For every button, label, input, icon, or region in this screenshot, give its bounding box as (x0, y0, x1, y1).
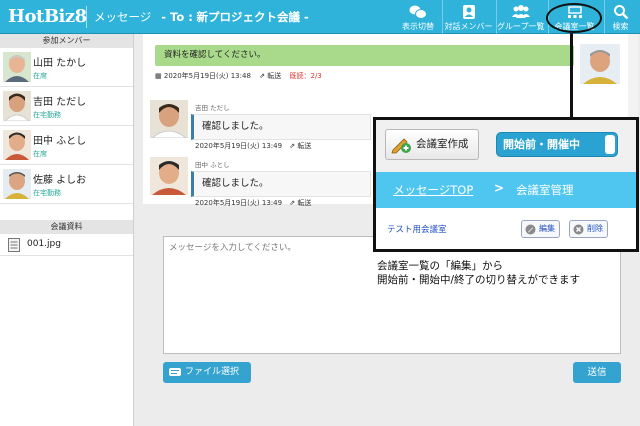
avatar (3, 130, 31, 160)
header-divider (86, 6, 87, 28)
doc-file-name: 001.jpg (27, 239, 61, 249)
breadcrumb-separator: > (494, 181, 505, 195)
delete-icon (573, 224, 584, 235)
display-switch-label: 表示切替 (402, 22, 434, 31)
callout-note: 会議室一覧の「編集」から 開始前・開始中/終了の切り替えができます (377, 259, 580, 287)
message-time: 2020年5月19日(火) 13:48 (163, 72, 251, 80)
my-avatar (580, 44, 620, 84)
avatar (3, 169, 31, 199)
member-status: 在席 (33, 150, 47, 158)
member-status: 在席 (33, 72, 47, 80)
send-button[interactable]: 送信 (573, 362, 621, 383)
member-name: 佐藤 よしお (33, 175, 87, 186)
edit-label: 編集 (539, 224, 555, 233)
message-bubble: 確認しました。 (191, 171, 371, 197)
forward-link[interactable]: 転送 (297, 142, 311, 150)
forward-icon[interactable]: ⇗ (259, 72, 265, 80)
message-meta: 2020年5月19日(火) 13:49 ⇗ 転送 (195, 141, 311, 151)
callout-box: 会議室作成 開始前・開催中 メッセージTOP > 会議室管理 テスト用会議室 編… (373, 117, 639, 252)
breadcrumb-link-message-top[interactable]: メッセージTOP (393, 182, 473, 198)
room-row: テスト用会議室 編集 削除 (376, 208, 636, 249)
dialog-members-label: 対話メンバー (444, 22, 493, 31)
to-label: - To : (161, 10, 193, 24)
member-item[interactable]: 田中 ふとし 在席 (0, 126, 133, 165)
my-message-bubble: 資料を確認してください。 (155, 45, 574, 66)
group-icon (511, 5, 530, 18)
message-time: 2020年5月19日(火) 13:49 (195, 142, 283, 150)
app-logo: HotBiz8 (8, 6, 87, 27)
highlight-circle (546, 3, 602, 33)
search-button[interactable]: 検索 (604, 0, 636, 34)
read-status[interactable]: 既読：2/3 (289, 72, 321, 80)
message-bubble: 確認しました。 (191, 114, 371, 140)
breadcrumb: メッセージTOP > 会議室管理 (376, 172, 636, 208)
member-icon (462, 5, 475, 19)
message-input[interactable] (163, 236, 621, 354)
sidebar: 参加メンバー 山田 たかし 在席 吉田 ただし 在宅勤務 田中 ふとし 在席 佐… (0, 34, 134, 426)
search-icon (613, 5, 628, 20)
avatar (3, 91, 31, 121)
header-bar: HotBiz8 メッセージ - To : 新プロジェクト会議 - 表示切替 対話メ… (0, 0, 640, 34)
create-room-icon (391, 138, 411, 154)
edit-icon (525, 224, 536, 235)
callout-connector (570, 33, 573, 117)
avatar (3, 52, 31, 82)
member-name: 田中 ふとし (33, 136, 87, 147)
group-list-label: グループ一覧 (497, 22, 545, 31)
file-select-label: ファイル選択 (185, 367, 240, 377)
member-status: 在宅勤務 (33, 189, 61, 197)
toggle-label: 開始前・開催中 (503, 138, 580, 151)
member-item[interactable]: 山田 たかし 在席 (0, 48, 133, 87)
sender-name: 田中 ふとし (195, 161, 230, 169)
breadcrumb-current: 会議室管理 (516, 183, 574, 197)
avatar (150, 100, 188, 138)
search-label: 検索 (612, 22, 629, 31)
edit-button[interactable]: 編集 (521, 220, 560, 238)
header-title: メッセージ - To : 新プロジェクト会議 - (94, 9, 309, 25)
delete-button[interactable]: 削除 (569, 220, 608, 238)
member-name: 吉田 ただし (33, 97, 87, 108)
members-heading: 参加メンバー (0, 34, 133, 48)
avatar (150, 157, 188, 195)
file-icon (8, 238, 20, 252)
forward-icon[interactable]: ⇗ (289, 142, 295, 150)
member-item[interactable]: 佐藤 よしお 在宅勤務 (0, 165, 133, 204)
display-switch-button[interactable]: 表示切替 (398, 0, 438, 34)
docs-heading: 会議資料 (0, 220, 133, 234)
toggle-knob[interactable] (605, 135, 615, 154)
room-name: 新プロジェクト会議 - (196, 10, 309, 24)
file-select-button[interactable]: ファイル選択 (163, 362, 251, 383)
note-line-2: 開始前・開始中/終了の切り替えができます (377, 274, 581, 286)
section-label: メッセージ (94, 10, 152, 24)
create-room-button[interactable]: 会議室作成 (385, 129, 479, 160)
room-link[interactable]: テスト用会議室 (387, 223, 447, 235)
note-line-1: 会議室一覧の「編集」から (377, 260, 503, 272)
member-name: 山田 たかし (33, 58, 87, 69)
doc-item[interactable]: 001.jpg (0, 234, 133, 256)
app-window: HotBiz8 メッセージ - To : 新プロジェクト会議 - 表示切替 対話メ… (0, 0, 640, 426)
status-toggle[interactable]: 開始前・開催中 (496, 132, 618, 157)
callout-toolbar: 会議室作成 開始前・開催中 (376, 120, 636, 172)
my-message-meta: ▦ 2020年5月19日(火) 13:48 ⇗ 転送 既読：2/3 (155, 71, 322, 81)
calendar-icon: ▦ (155, 72, 162, 80)
member-item[interactable]: 吉田 ただし 在宅勤務 (0, 87, 133, 126)
dialog-members-button[interactable]: 対話メンバー (442, 0, 494, 34)
display-switch-icon (409, 5, 427, 19)
group-list-button[interactable]: グループ一覧 (496, 0, 545, 34)
member-status: 在宅勤務 (33, 111, 61, 119)
create-room-label: 会議室作成 (416, 138, 469, 150)
delete-label: 削除 (587, 224, 603, 233)
sender-name: 吉田 ただし (195, 104, 230, 112)
file-chip-icon (169, 368, 181, 376)
forward-link[interactable]: 転送 (267, 72, 281, 80)
